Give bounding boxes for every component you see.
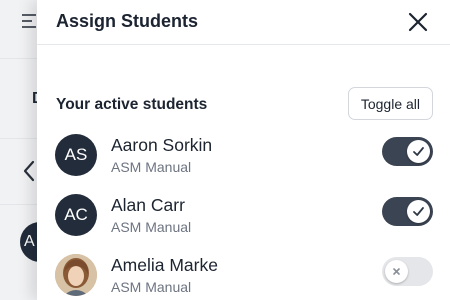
student-row: AC Alan Carr ASM Manual bbox=[55, 194, 433, 238]
avatar: AS bbox=[55, 134, 97, 176]
student-row: Amelia Marke ASM Manual bbox=[55, 254, 433, 298]
section-title: Your active students bbox=[56, 96, 208, 113]
panel-title: Assign Students bbox=[56, 11, 199, 31]
student-subtitle: ASM Manual bbox=[111, 219, 192, 235]
back-chevron-icon[interactable] bbox=[22, 160, 36, 182]
check-icon bbox=[413, 207, 424, 216]
menu-icon[interactable] bbox=[22, 13, 38, 29]
assign-students-panel: Assign Students Your active students Tog… bbox=[37, 0, 450, 300]
panel-header: Assign Students bbox=[37, 0, 450, 45]
assign-toggle[interactable] bbox=[382, 137, 433, 166]
student-name: Amelia Marke bbox=[111, 255, 218, 275]
avatar: AC bbox=[55, 194, 97, 236]
toggle-all-button[interactable]: Toggle all bbox=[347, 87, 433, 120]
close-icon[interactable] bbox=[406, 10, 430, 34]
check-icon bbox=[413, 147, 424, 156]
active-students-header: Your active students Toggle all bbox=[56, 86, 433, 122]
student-subtitle: ASM Manual bbox=[111, 159, 192, 175]
toggle-knob bbox=[407, 200, 430, 223]
student-name: Aaron Sorkin bbox=[111, 135, 213, 155]
assign-toggle[interactable] bbox=[382, 257, 433, 286]
assign-toggle[interactable] bbox=[382, 197, 433, 226]
student-subtitle: ASM Manual bbox=[111, 279, 192, 295]
toggle-knob bbox=[385, 260, 408, 283]
student-name: Alan Carr bbox=[111, 195, 185, 215]
profile-photo bbox=[55, 254, 97, 296]
student-row: AS Aaron Sorkin ASM Manual bbox=[55, 134, 433, 178]
avatar-photo bbox=[55, 254, 97, 296]
toggle-knob bbox=[407, 140, 430, 163]
x-icon bbox=[393, 268, 400, 275]
